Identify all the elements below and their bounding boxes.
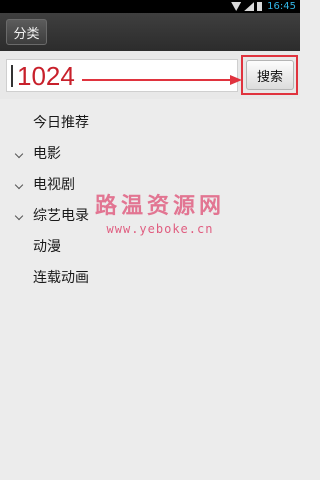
category-item-serial-animation[interactable]: 连载动画 — [0, 263, 300, 294]
battery-icon — [257, 2, 263, 11]
category-label: 动漫 — [33, 239, 61, 255]
chevron-down-icon — [14, 211, 24, 221]
chevron-down-icon — [14, 149, 24, 159]
category-label: 电视剧 — [33, 177, 75, 193]
category-item-variety[interactable]: 综艺电录 — [0, 201, 300, 232]
category-item-anime[interactable]: 动漫 — [0, 232, 300, 263]
status-bar: 16:45 — [0, 0, 300, 13]
category-label: 电影 — [33, 146, 61, 162]
status-clock: 16:45 — [267, 1, 296, 12]
text-cursor — [11, 65, 13, 87]
signal-icon — [244, 2, 255, 11]
search-input-value: 1024 — [17, 61, 75, 91]
category-item-recommend[interactable]: 今日推荐 — [0, 108, 300, 139]
search-button[interactable]: 搜索 — [246, 60, 294, 90]
category-label: 连载动画 — [33, 270, 89, 286]
title-bar: 分类 — [0, 13, 300, 51]
category-item-movie[interactable]: 电影 — [0, 139, 300, 170]
category-list: 今日推荐 电影 电视剧 综艺电录 动漫 连载动画 — [0, 108, 300, 294]
category-button[interactable]: 分类 — [6, 19, 47, 45]
category-label: 综艺电录 — [33, 208, 89, 224]
category-item-tv-series[interactable]: 电视剧 — [0, 170, 300, 201]
wifi-icon — [231, 2, 242, 11]
status-icons: 16:45 — [231, 0, 296, 13]
annotation-arrow-icon — [82, 75, 242, 85]
chevron-down-icon — [14, 180, 24, 190]
category-label: 今日推荐 — [33, 115, 89, 131]
